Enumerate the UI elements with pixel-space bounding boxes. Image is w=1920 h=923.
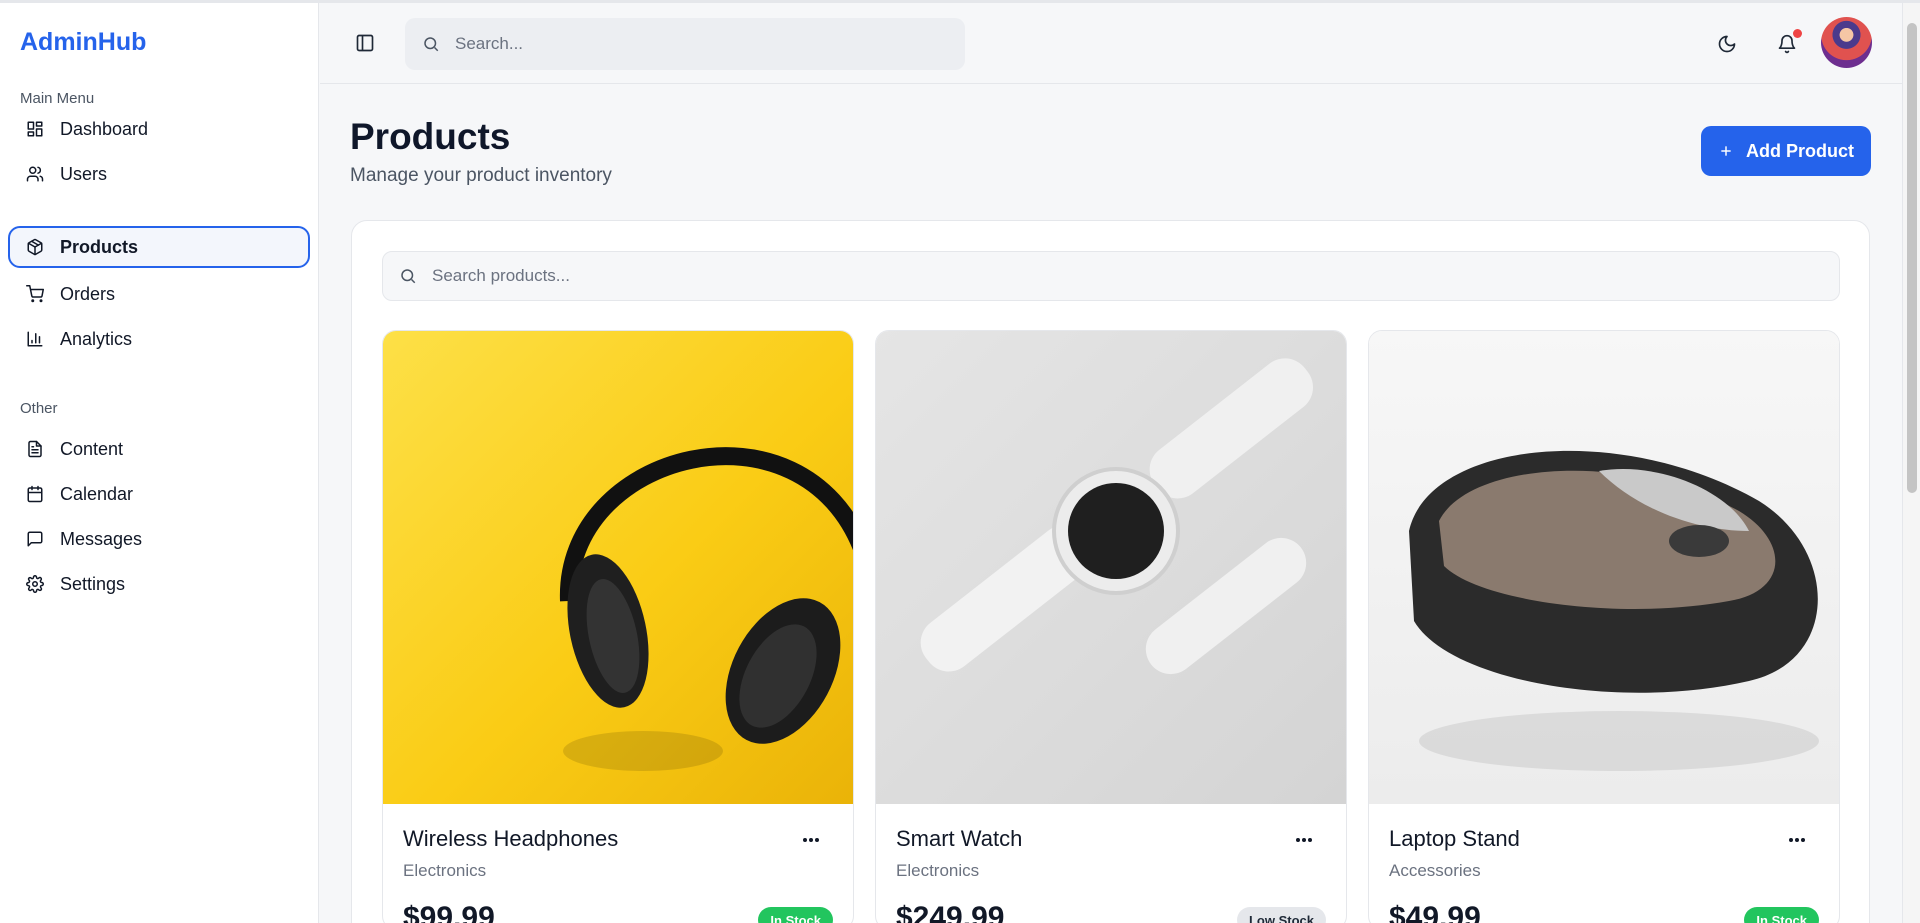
sidebar-item-label: Users bbox=[60, 163, 108, 184]
product-search-input[interactable] bbox=[432, 266, 1812, 286]
brand-logo[interactable]: AdminHub bbox=[20, 28, 146, 57]
product-price: $99.99 bbox=[403, 901, 495, 923]
product-menu-button[interactable] bbox=[799, 833, 823, 847]
gear-icon bbox=[25, 574, 45, 594]
notification-dot bbox=[1793, 29, 1802, 38]
more-horizontal-icon bbox=[803, 838, 819, 842]
sidebar-item-calendar[interactable]: Calendar bbox=[8, 473, 310, 515]
cart-icon bbox=[25, 284, 45, 304]
sidebar-section-main-menu: Main Menu bbox=[20, 90, 95, 107]
more-horizontal-icon bbox=[1296, 838, 1312, 842]
product-name: Smart Watch bbox=[896, 826, 1023, 851]
products-panel: Wireless Headphones Electronics $99.99 I… bbox=[351, 220, 1870, 923]
add-product-button[interactable]: Add Product bbox=[1701, 126, 1871, 176]
calendar-icon bbox=[25, 484, 45, 504]
product-category: Electronics bbox=[896, 861, 980, 880]
product-menu-button[interactable] bbox=[1292, 833, 1316, 847]
status-badge: In Stock bbox=[1744, 907, 1819, 923]
more-horizontal-icon bbox=[1789, 838, 1805, 842]
sidebar-toggle-button[interactable] bbox=[355, 33, 377, 55]
sidebar-item-orders[interactable]: Orders bbox=[8, 273, 310, 315]
product-name: Laptop Stand bbox=[1389, 826, 1520, 851]
page-title: Products bbox=[350, 116, 511, 157]
sidebar-item-label: Calendar bbox=[60, 483, 134, 504]
search-icon bbox=[401, 269, 416, 284]
sidebar-section-other: Other bbox=[20, 400, 58, 417]
top-header bbox=[320, 3, 1902, 84]
product-category: Accessories bbox=[1389, 861, 1481, 880]
sidebar-item-label: Products bbox=[60, 236, 139, 257]
sidebar-item-label: Orders bbox=[60, 283, 116, 304]
mouse-image bbox=[1369, 331, 1839, 804]
sidebar-item-label: Dashboard bbox=[60, 118, 149, 139]
sidebar-item-content[interactable]: Content bbox=[8, 428, 310, 470]
bar-chart-icon bbox=[25, 329, 45, 349]
message-icon bbox=[25, 529, 45, 549]
product-card[interactable]: Smart Watch Electronics $249.99 Low Stoc… bbox=[875, 330, 1347, 923]
sidebar-item-users[interactable]: Users bbox=[8, 153, 310, 195]
sidebar-toggle-icon bbox=[356, 34, 374, 52]
global-search-input[interactable] bbox=[455, 34, 935, 54]
file-text-icon bbox=[25, 439, 45, 459]
sidebar-item-analytics[interactable]: Analytics bbox=[8, 318, 310, 360]
scrollbar-thumb[interactable] bbox=[1907, 23, 1917, 493]
add-product-label: Add Product bbox=[1746, 140, 1854, 161]
moon-icon bbox=[1718, 35, 1736, 53]
search-icon bbox=[424, 37, 439, 52]
headphones-image bbox=[383, 331, 853, 804]
product-price: $249.99 bbox=[896, 901, 1005, 923]
sidebar-item-label: Content bbox=[60, 438, 124, 459]
page-subtitle: Manage your product inventory bbox=[350, 165, 612, 186]
product-card[interactable]: Wireless Headphones Electronics $99.99 I… bbox=[382, 330, 854, 923]
global-search[interactable] bbox=[405, 18, 965, 70]
product-menu-button[interactable] bbox=[1785, 833, 1809, 847]
smart-watch-image bbox=[876, 331, 1346, 804]
sidebar-item-messages[interactable]: Messages bbox=[8, 518, 310, 560]
sidebar: AdminHub Main Menu Dashboard Users Produ… bbox=[0, 3, 319, 923]
sidebar-item-label: Settings bbox=[60, 573, 126, 594]
users-icon bbox=[25, 164, 45, 184]
sidebar-item-dashboard[interactable]: Dashboard bbox=[8, 108, 310, 150]
plus-icon bbox=[1721, 146, 1731, 156]
product-category: Electronics bbox=[403, 861, 487, 880]
status-badge: In Stock bbox=[758, 907, 833, 923]
status-badge: Low Stock bbox=[1236, 907, 1326, 923]
user-avatar[interactable] bbox=[1821, 17, 1872, 68]
product-name: Wireless Headphones bbox=[403, 826, 619, 851]
dashboard-icon bbox=[25, 119, 45, 139]
sidebar-item-label: Analytics bbox=[60, 328, 133, 349]
product-search[interactable] bbox=[382, 251, 1840, 301]
sidebar-item-label: Messages bbox=[60, 528, 143, 549]
product-card[interactable]: Laptop Stand Accessories $49.99 In Stock bbox=[1368, 330, 1840, 923]
notifications-button[interactable] bbox=[1774, 29, 1802, 57]
theme-toggle-button[interactable] bbox=[1714, 31, 1740, 57]
product-price: $49.99 bbox=[1389, 901, 1481, 923]
sidebar-item-settings[interactable]: Settings bbox=[8, 563, 310, 605]
page-scrollbar[interactable] bbox=[1902, 3, 1920, 923]
sidebar-item-products[interactable]: Products bbox=[8, 226, 310, 268]
package-icon bbox=[25, 237, 45, 257]
